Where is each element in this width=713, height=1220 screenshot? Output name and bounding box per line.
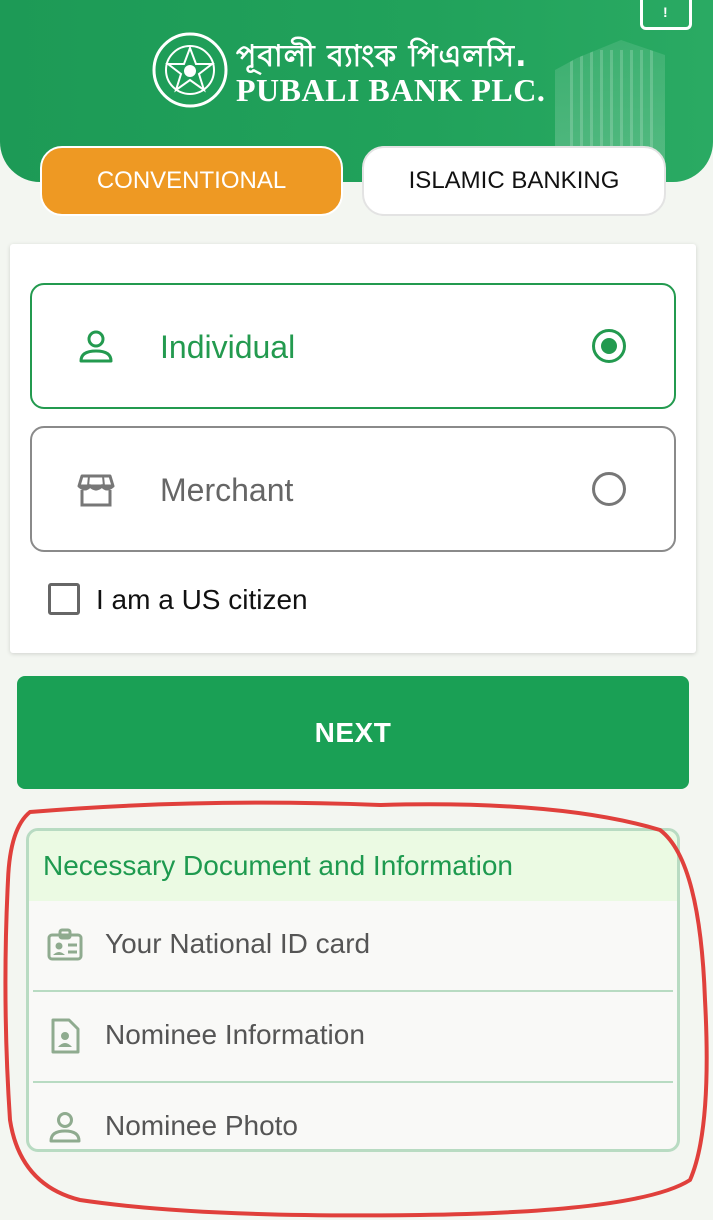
- necessary-documents-panel: Necessary Document and Information Your …: [26, 828, 680, 1152]
- document-label: Nominee Photo: [105, 1110, 299, 1141]
- tab-islamic-banking[interactable]: ISLAMIC BANKING: [362, 146, 666, 216]
- option-merchant[interactable]: Merchant: [30, 426, 676, 552]
- document-label: Your National ID card: [105, 928, 371, 959]
- us-citizen-label[interactable]: I am a US citizen: [96, 584, 308, 616]
- person-icon: [49, 1112, 81, 1143]
- person-icon: [79, 330, 113, 363]
- info-book-icon[interactable]: !: [640, 0, 692, 30]
- option-merchant-label: Merchant: [160, 472, 294, 508]
- radio-merchant[interactable]: [592, 472, 626, 506]
- documents-title: Necessary Document and Information: [29, 831, 677, 901]
- us-citizen-checkbox[interactable]: [48, 583, 80, 615]
- store-icon: [77, 474, 115, 507]
- option-individual-label: Individual: [160, 329, 296, 365]
- document-person-icon: [51, 1018, 80, 1054]
- option-individual[interactable]: Individual: [30, 283, 676, 409]
- id-card-icon: [47, 928, 83, 961]
- logo-text-english: PUBALI BANK PLC.: [236, 72, 546, 108]
- tab-conventional[interactable]: CONVENTIONAL: [40, 146, 343, 216]
- radio-individual[interactable]: [592, 329, 626, 363]
- document-label: Nominee Information: [105, 1019, 365, 1050]
- account-type-card: Individual Merchant I am a US citizen: [10, 244, 696, 653]
- list-item: Your National ID card: [33, 901, 673, 992]
- bank-seal-logo: [152, 32, 228, 108]
- list-item: Nominee Information: [33, 992, 673, 1083]
- list-item: Nominee Photo: [33, 1083, 673, 1149]
- next-button[interactable]: NEXT: [17, 676, 689, 789]
